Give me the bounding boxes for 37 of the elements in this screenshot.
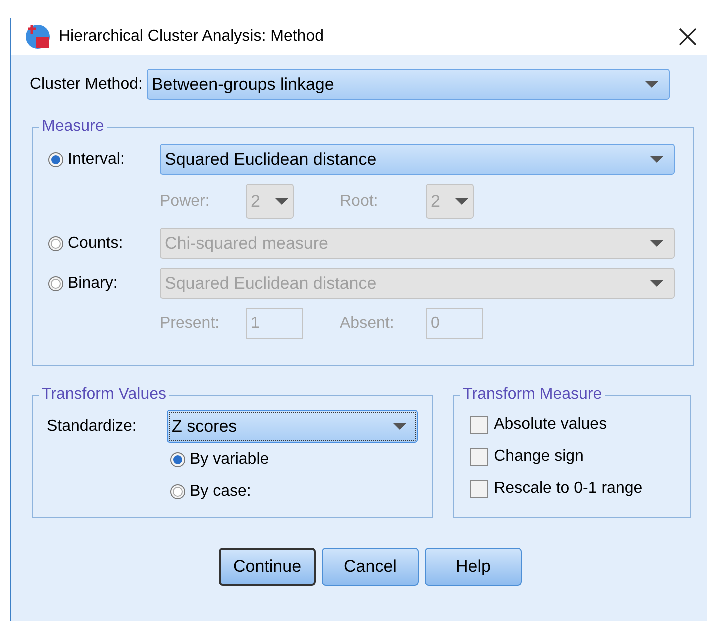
radio-option[interactable]: Interval: bbox=[48, 150, 160, 168]
checkbox-option[interactable]: Absolute values bbox=[470, 416, 690, 434]
field-label: Absent: bbox=[340, 314, 396, 332]
group-title: Measure bbox=[41, 118, 106, 136]
field-label: Cluster Method: bbox=[30, 76, 143, 94]
checkbox-option[interactable]: Change sign bbox=[470, 448, 690, 466]
field-label: Present: bbox=[160, 314, 221, 332]
field-label: Root: bbox=[340, 192, 380, 210]
dropdown-arrow-icon bbox=[393, 422, 407, 430]
dialog-button[interactable]: Help bbox=[425, 548, 522, 586]
field-label: Standardize: bbox=[47, 418, 138, 436]
dialog-button[interactable]: Continue bbox=[219, 548, 316, 586]
checkbox[interactable] bbox=[470, 448, 488, 466]
field-label: Power: bbox=[160, 192, 211, 210]
radio-option[interactable]: By case: bbox=[170, 483, 432, 501]
radio-button[interactable] bbox=[48, 152, 64, 168]
dropdown-arrow-icon bbox=[275, 198, 289, 206]
window-title: Hierarchical Cluster Analysis: Method bbox=[59, 28, 324, 46]
checkbox[interactable] bbox=[470, 416, 488, 434]
dropdown-arrow-icon bbox=[644, 80, 659, 88]
checkbox-option[interactable]: Rescale to 0-1 range bbox=[470, 480, 690, 498]
radio-option[interactable]: By variable bbox=[170, 451, 432, 469]
cluster-method-dropdown[interactable]: Between-groups linkage bbox=[146, 69, 670, 100]
checkbox[interactable] bbox=[470, 480, 488, 498]
radio-button[interactable] bbox=[170, 452, 186, 468]
radio-button[interactable] bbox=[170, 484, 186, 500]
dropdown-arrow-icon bbox=[455, 198, 469, 206]
dropdown-arrow-icon bbox=[650, 240, 664, 248]
measure-dropdown[interactable]: Squared Euclidean distance bbox=[160, 144, 675, 175]
group-title: Transform Values bbox=[41, 386, 168, 404]
standardize-dropdown[interactable]: Z scores bbox=[167, 410, 418, 443]
close-icon[interactable] bbox=[679, 28, 697, 46]
dropdown-arrow-icon bbox=[650, 280, 664, 288]
dropdown-arrow-icon bbox=[650, 156, 664, 164]
app-icon bbox=[25, 24, 51, 50]
group-title: Transform Measure bbox=[462, 386, 604, 404]
dialog-button[interactable]: Cancel bbox=[322, 548, 419, 586]
